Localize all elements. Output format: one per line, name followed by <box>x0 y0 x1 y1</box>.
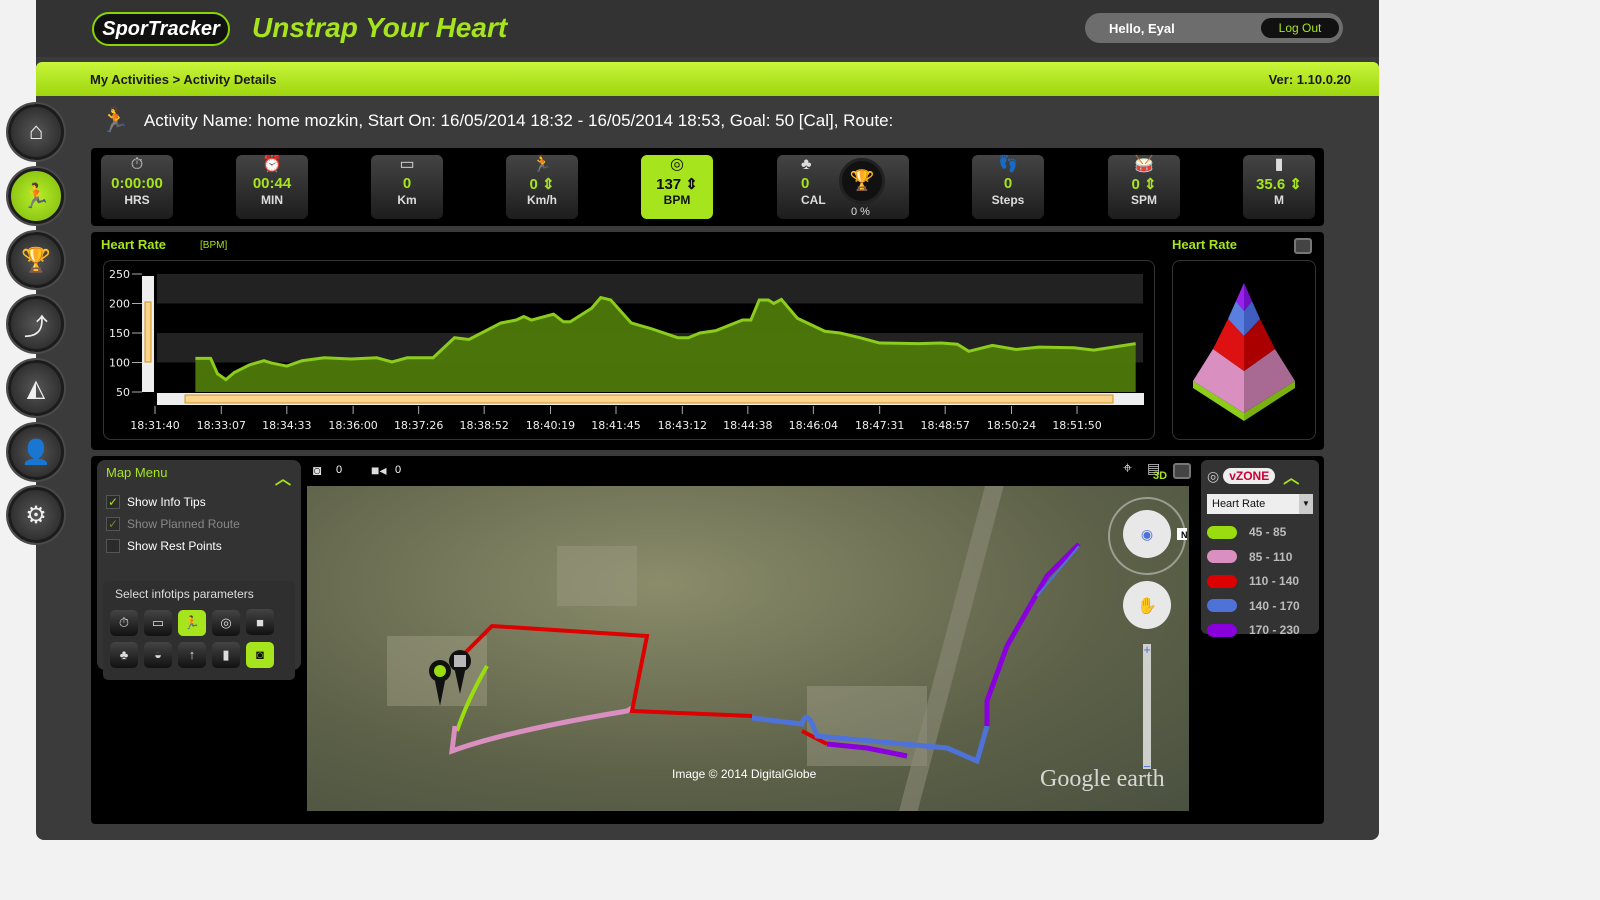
x-tick-label: 18:31:40 <box>130 419 179 432</box>
zoom-slider <box>1143 644 1151 769</box>
satellite-map[interactable]: ◉ ✋ + − N Image © 2014 DigitalGlobe Googl… <box>307 486 1189 811</box>
google-earth-logo: Google earth <box>1040 766 1165 792</box>
x-tick-label: 18:50:24 <box>987 419 1036 432</box>
zone-legend: ◎ vZONE ︿ Heart Rate ▼ 45 - 85 85 - 110 11… <box>1201 460 1319 637</box>
route-zone3 <box>460 623 828 746</box>
svg-text:+: + <box>1143 642 1151 657</box>
zone-range: 140 - 170 <box>1249 598 1300 613</box>
collapse-zone-icon[interactable]: ︿ <box>1283 464 1299 488</box>
video-icon[interactable]: ■ <box>246 609 274 635</box>
x-tick-label: 18:43:12 <box>658 419 707 432</box>
zone-item: 140 - 170 <box>1201 594 1319 619</box>
ruler-icon[interactable]: ▭ <box>144 609 172 636</box>
collapse-chevron-icon[interactable]: ︿ <box>275 465 291 489</box>
gear-icon: ⚙ <box>25 501 47 529</box>
x-tick-label: 18:33:07 <box>197 419 246 432</box>
zone-range: 85 - 110 <box>1249 549 1293 564</box>
route-zone2 <box>449 705 634 755</box>
checkbox[interactable] <box>106 539 120 553</box>
zone-type-value: Heart Rate <box>1212 498 1266 510</box>
cadence-icon[interactable]: ↑ <box>178 641 206 668</box>
vertical-scroll-thumb[interactable] <box>144 301 152 363</box>
x-tick-label: 18:40:19 <box>526 419 575 432</box>
option-show-rest-points[interactable]: Show Rest Points <box>97 535 301 557</box>
calories-icon[interactable]: ♣ <box>110 641 138 668</box>
zone-range: 110 - 140 <box>1249 574 1300 589</box>
option-show-planned-route[interactable]: ✓ Show Planned Route <box>97 513 301 535</box>
x-tick-label: 18:47:31 <box>855 419 904 432</box>
y-tick-label: 50 <box>116 386 130 399</box>
y-tick-label: 250 <box>109 268 130 281</box>
sidebar-gear-button[interactable]: ⚙ <box>8 487 64 543</box>
drum-icon[interactable]: ◒ <box>144 641 172 668</box>
zone-color-swatch <box>1207 525 1237 539</box>
svg-text:◉: ◉ <box>1141 527 1153 543</box>
compass-north[interactable]: N <box>1181 530 1188 540</box>
video-count: 0 <box>395 464 402 476</box>
stopwatch-icon[interactable]: ⏱ <box>110 609 138 636</box>
x-tick-label: 18:51:50 <box>1052 419 1101 432</box>
runner-icon[interactable]: 🏃 <box>178 609 206 636</box>
checkbox[interactable]: ✓ <box>106 495 120 509</box>
photo-count: 0 <box>336 464 343 476</box>
zone-type-select[interactable]: Heart Rate ▼ <box>1207 494 1313 514</box>
video-icon: ■◂ <box>371 462 387 478</box>
x-tick-label: 18:48:57 <box>920 419 969 432</box>
vzone-logo: vZONE <box>1223 468 1276 484</box>
x-tick-label: 18:41:45 <box>591 419 640 432</box>
imagery-credit: Image © 2014 DigitalGlobe <box>672 767 817 781</box>
route-overlay: ◉ ✋ +− <box>387 486 1187 811</box>
zone-range: 170 - 230 <box>1249 623 1300 638</box>
horizontal-scroll-thumb[interactable] <box>184 394 1114 404</box>
zone-item: 45 - 85 <box>1201 520 1319 545</box>
y-tick-label: 150 <box>109 327 130 340</box>
x-tick-label: 18:38:52 <box>459 419 508 432</box>
x-tick-label: 18:34:33 <box>262 419 311 432</box>
zone-color-swatch <box>1207 574 1237 588</box>
zone-color-swatch <box>1207 550 1237 564</box>
heart-rate-chart: 50 100 150 200 250 18:31:40 18:33:07 18:34:33 18… <box>109 268 1144 432</box>
zone-color-swatch <box>1207 623 1237 637</box>
option-label: Show Planned Route <box>127 517 240 531</box>
checkbox[interactable]: ✓ <box>106 517 120 531</box>
option-show-info-tips[interactable]: ✓ Show Info Tips <box>97 491 301 513</box>
svg-text:✋: ✋ <box>1137 596 1157 615</box>
maximize-map-icon[interactable] <box>1173 463 1191 479</box>
camera-icon[interactable]: ◙ <box>246 641 274 668</box>
heart-icon: ◎ <box>1207 467 1220 484</box>
y-tick-label: 200 <box>109 298 130 311</box>
x-tick-label: 18:44:38 <box>723 419 772 432</box>
zone-item: 170 - 230 <box>1201 618 1319 643</box>
option-label: Show Info Tips <box>127 495 206 509</box>
x-tick-label: 18:37:26 <box>394 419 443 432</box>
zone-item: 85 - 110 <box>1201 545 1319 570</box>
map-menu: Map Menu ︿ ✓ Show Info Tips ✓ Show Planned … <box>97 460 301 680</box>
infotips-label: Select infotips parameters <box>115 587 254 601</box>
dropdown-arrow-icon[interactable]: ▼ <box>1299 494 1313 514</box>
x-tick-label: 18:46:04 <box>789 419 838 432</box>
map-menu-title: Map Menu <box>106 465 168 480</box>
locate-icon[interactable]: ⌖ <box>1123 460 1132 478</box>
y-tick-label: 100 <box>109 357 130 370</box>
grid-band <box>157 274 1143 304</box>
photo-icon: ◙ <box>313 462 322 478</box>
x-tick-label: 18:36:00 <box>328 419 377 432</box>
zone-range: 45 - 85 <box>1249 525 1287 540</box>
zone-item: 110 - 140 <box>1201 569 1319 594</box>
map-panel: Map Menu ︿ ✓ Show Info Tips ✓ Show Planned … <box>91 456 1324 824</box>
altitude-icon[interactable]: ▮ <box>212 642 240 668</box>
zone-color-swatch <box>1207 599 1237 613</box>
heart-icon[interactable]: ◎ <box>212 609 240 636</box>
option-label: Show Rest Points <box>127 539 222 553</box>
3d-toggle[interactable]: 3D <box>1153 470 1167 482</box>
